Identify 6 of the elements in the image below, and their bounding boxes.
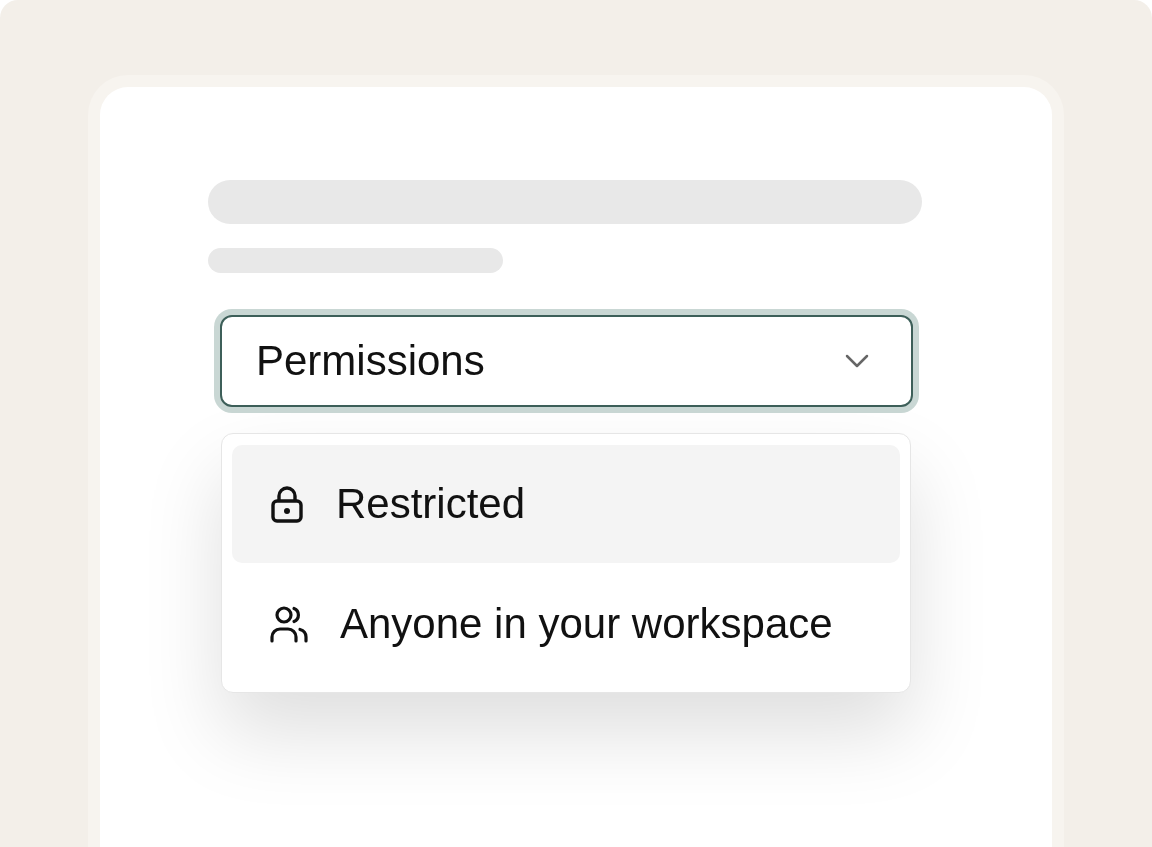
people-icon	[270, 605, 308, 643]
option-label: Restricted	[336, 483, 526, 525]
option-label: Anyone in your workspace	[340, 603, 833, 645]
lock-icon	[270, 485, 304, 523]
chevron-down-icon	[845, 354, 869, 368]
menu-option[interactable]: Restricted	[232, 445, 900, 563]
